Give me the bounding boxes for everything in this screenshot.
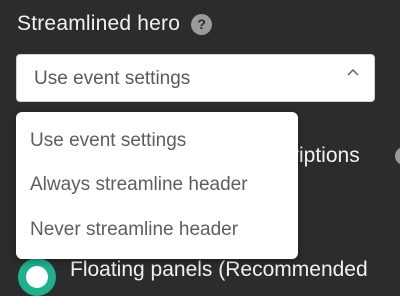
option-always-streamline-header[interactable]: Always streamline header xyxy=(16,163,298,207)
option-use-event-settings[interactable]: Use event settings xyxy=(16,119,298,163)
field-title: Streamlined hero xyxy=(17,12,181,35)
question-circle-icon[interactable]: ? xyxy=(191,13,213,35)
help-circle-icon xyxy=(395,147,400,165)
dropdown-menu: Use event settings Always streamline hea… xyxy=(16,112,298,259)
radio-dot xyxy=(26,266,48,288)
field-header: Streamlined hero ? xyxy=(17,12,213,36)
floating-panels-label: Floating panels (Recommended xyxy=(70,258,368,281)
streamlined-hero-select[interactable]: Use event settings xyxy=(16,54,375,102)
chevron-up-icon xyxy=(347,69,359,76)
partial-descriptions-label: riptions xyxy=(292,144,360,167)
select-value: Use event settings xyxy=(34,68,191,89)
option-never-streamline-header[interactable]: Never streamline header xyxy=(16,208,298,252)
